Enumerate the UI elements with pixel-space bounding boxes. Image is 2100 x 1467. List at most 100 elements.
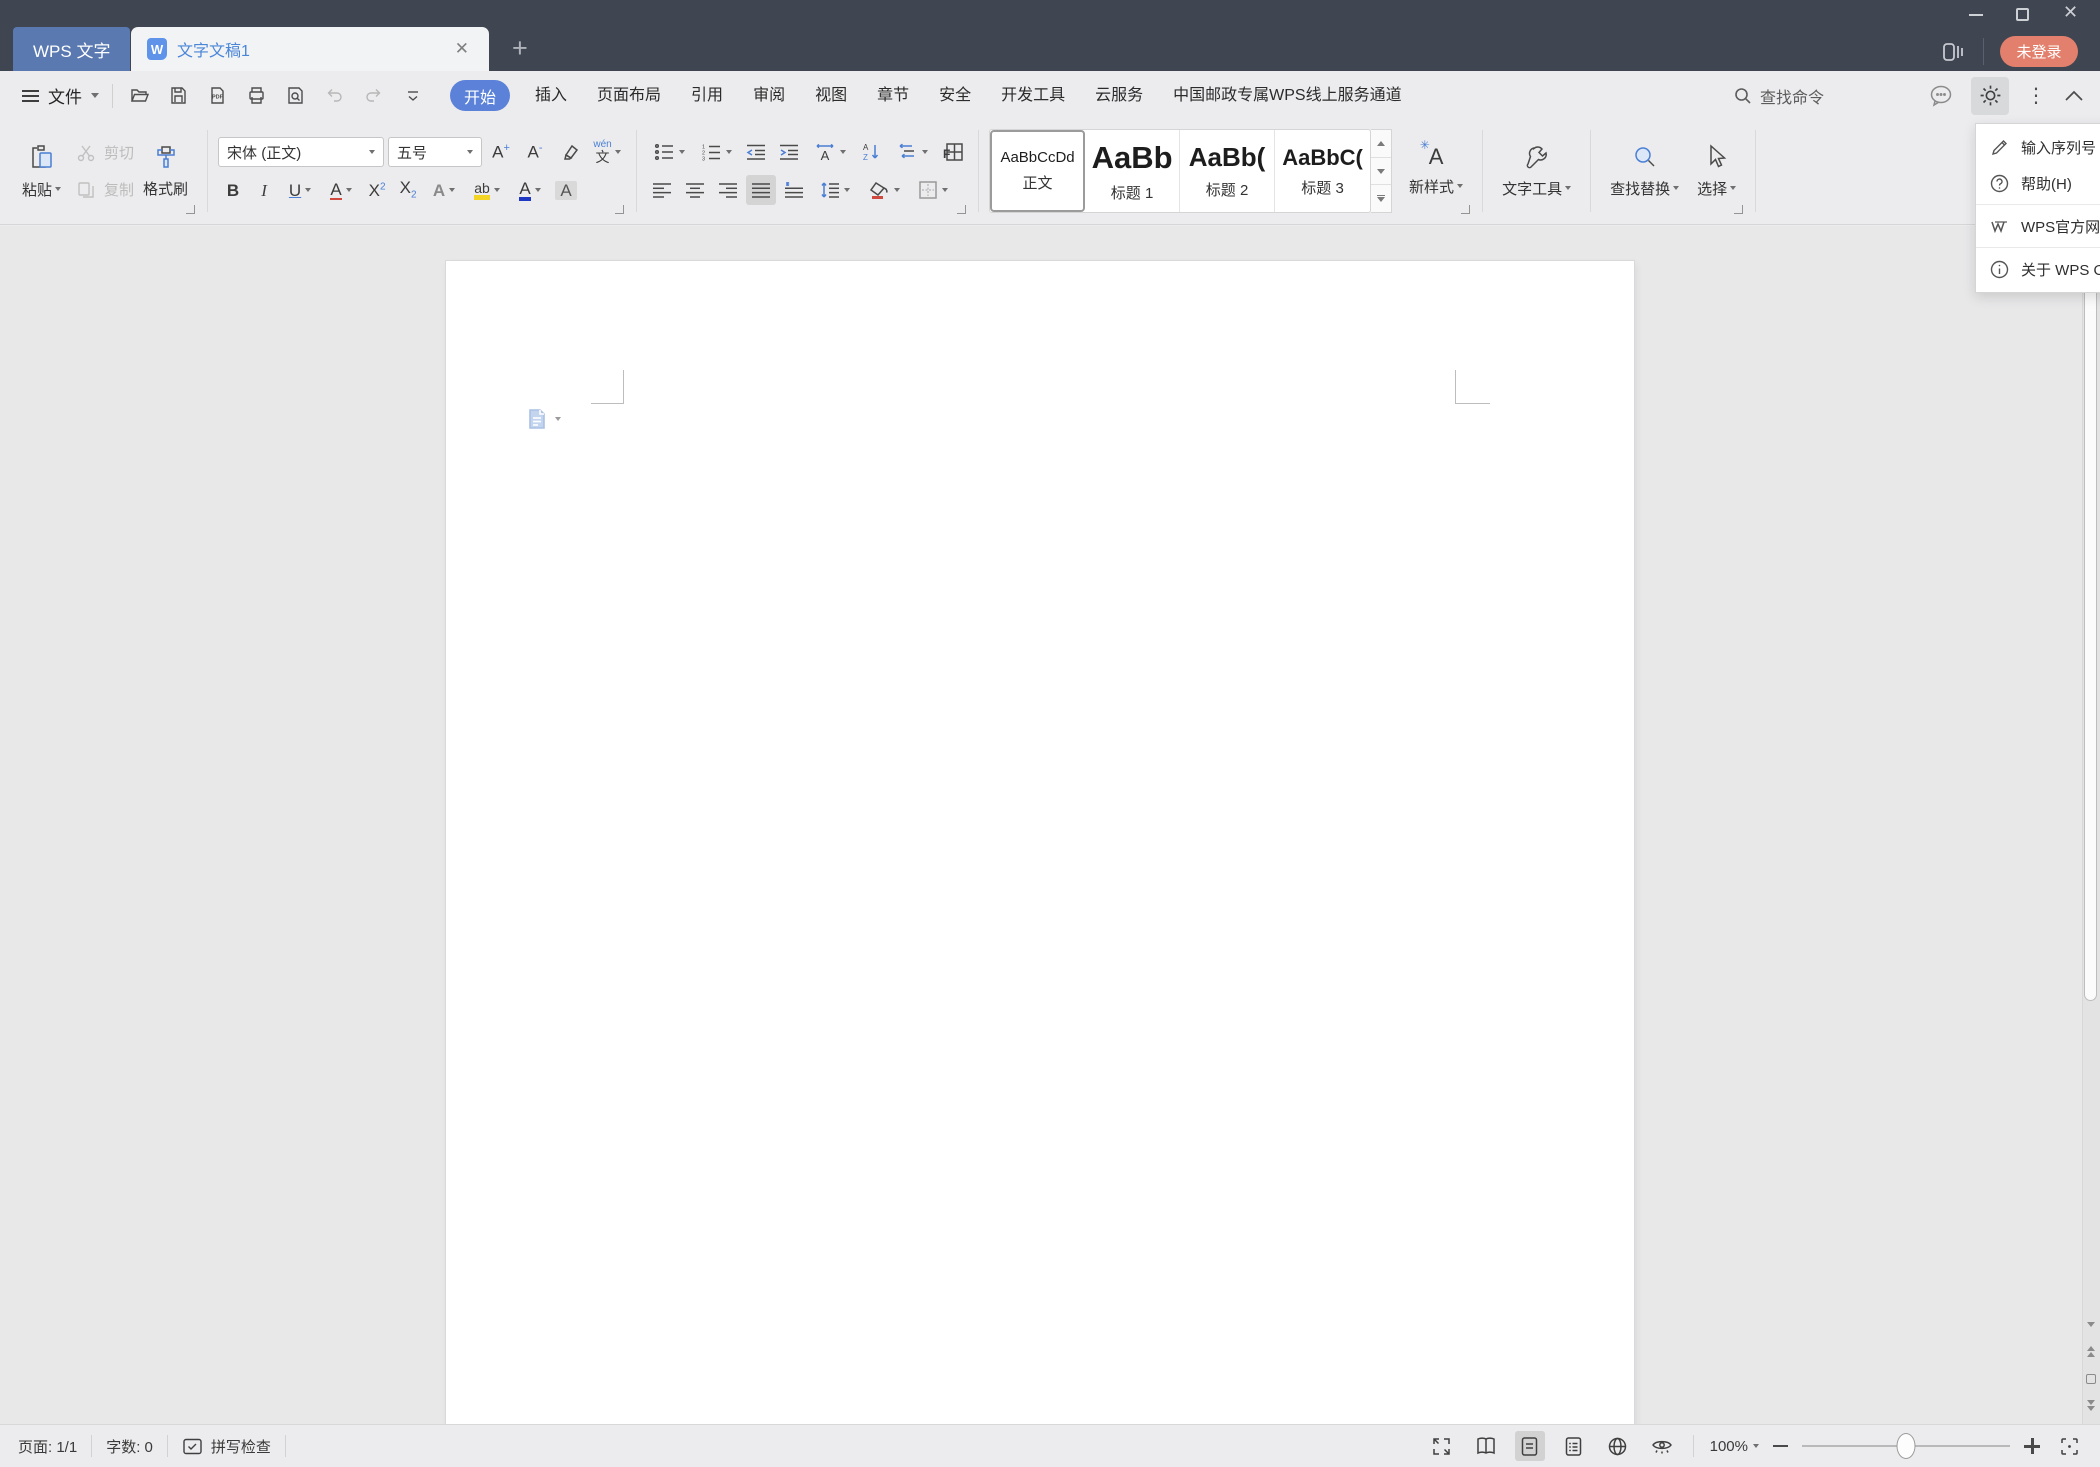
style-gallery-more-button[interactable]: [1371, 185, 1391, 212]
text-tools-button[interactable]: 文字工具: [1493, 144, 1580, 199]
align-left-button[interactable]: [647, 175, 677, 205]
maximize-button[interactable]: [2016, 8, 2029, 21]
sidebar-toggle-icon[interactable]: [1941, 40, 1965, 69]
next-page-button[interactable]: [2083, 1400, 2099, 1411]
italic-button[interactable]: I: [249, 175, 279, 205]
shading-button[interactable]: [861, 175, 907, 205]
align-right-button[interactable]: [713, 175, 743, 205]
paragraph-marks-button[interactable]: [889, 137, 935, 167]
page-view-button[interactable]: [1514, 1431, 1545, 1461]
open-button[interactable]: [126, 82, 153, 109]
new-tab-button[interactable]: +: [512, 33, 528, 63]
tab-view[interactable]: 视图: [800, 80, 862, 111]
zoom-slider-handle[interactable]: [1896, 1433, 1916, 1459]
previous-page-button[interactable]: [2083, 1346, 2099, 1357]
style-heading1[interactable]: AaBb 标题 1: [1085, 130, 1181, 212]
tab-developer[interactable]: 开发工具: [986, 80, 1080, 111]
print-preview-button[interactable]: [282, 82, 309, 109]
collapse-ribbon-icon[interactable]: [2063, 89, 2085, 103]
font-size-select[interactable]: 五号: [388, 137, 483, 167]
new-style-button[interactable]: ✳ A 新样式: [1400, 139, 1472, 197]
tab-home[interactable]: 开始: [450, 80, 511, 111]
tab-china-post-service[interactable]: 中国邮政专属WPS线上服务通道: [1158, 80, 1416, 111]
menu-item-serial-number[interactable]: 输入序列号: [1976, 129, 2100, 165]
app-button[interactable]: WPS 文字: [13, 27, 131, 71]
increase-indent-button[interactable]: [774, 137, 804, 167]
browse-object-button[interactable]: [2083, 1374, 2099, 1384]
tab-page-layout[interactable]: 页面布局: [582, 80, 676, 111]
clear-format-button[interactable]: [554, 137, 584, 167]
format-painter-button[interactable]: 格式刷: [134, 144, 197, 199]
status-word-count[interactable]: 字数: 0: [106, 1436, 153, 1457]
style-heading2[interactable]: AaBb( 标题 2: [1180, 130, 1276, 212]
bold-button[interactable]: B: [218, 175, 248, 205]
find-replace-button[interactable]: 查找替换: [1601, 144, 1688, 199]
paper-grid-button[interactable]: F: [938, 137, 968, 167]
superscript-button[interactable]: X2: [362, 175, 392, 205]
scrollbar-thumb[interactable]: [2084, 263, 2097, 1001]
line-spacing-button[interactable]: [812, 175, 858, 205]
font-color-button[interactable]: A: [510, 175, 550, 205]
highlight-color-button[interactable]: ab: [465, 175, 509, 205]
close-tab-icon[interactable]: ✕: [451, 37, 473, 61]
page[interactable]: [446, 261, 1634, 1424]
text-effects-button[interactable]: A: [424, 175, 464, 205]
select-button[interactable]: 选择: [1688, 143, 1745, 199]
spellcheck-button[interactable]: 拼写检查: [182, 1436, 271, 1457]
align-center-button[interactable]: [680, 175, 710, 205]
customize-toolbar-button[interactable]: [399, 82, 426, 109]
tab-review[interactable]: 审阅: [738, 80, 800, 111]
copy-button[interactable]: 复制: [76, 171, 134, 208]
zoom-in-button[interactable]: [2024, 1438, 2040, 1454]
tab-cloud[interactable]: 云服务: [1080, 80, 1158, 111]
search-command[interactable]: 查找命令: [1733, 84, 1824, 108]
undo-button[interactable]: [321, 82, 348, 109]
cut-button[interactable]: 剪切: [76, 134, 134, 171]
menu-item-official-site[interactable]: WPS官方网站: [1976, 208, 2100, 244]
tab-security[interactable]: 安全: [924, 80, 986, 111]
redo-button[interactable]: [360, 82, 387, 109]
web-view-button[interactable]: [1603, 1431, 1633, 1461]
paste-options-button[interactable]: [527, 408, 561, 430]
strikethrough-button[interactable]: A: [321, 175, 361, 205]
zoom-out-button[interactable]: [1773, 1445, 1788, 1447]
export-pdf-button[interactable]: PDF: [204, 82, 231, 109]
paste-button[interactable]: 粘贴: [13, 143, 70, 200]
file-menu[interactable]: 文件: [22, 83, 99, 108]
bullet-list-button[interactable]: [647, 137, 691, 167]
underline-button[interactable]: U: [280, 175, 320, 205]
character-shading-button[interactable]: A: [551, 175, 581, 205]
scroll-down-button[interactable]: [2083, 1322, 2099, 1327]
fullscreen-button[interactable]: [1427, 1431, 1457, 1461]
character-scale-button[interactable]: A: [807, 137, 853, 167]
numbered-list-button[interactable]: 1 2 3: [694, 137, 738, 167]
zoom-level-select[interactable]: 100%: [1710, 1438, 1759, 1455]
sort-button[interactable]: A Z: [856, 137, 886, 167]
justify-button[interactable]: [746, 175, 777, 205]
tab-insert[interactable]: 插入: [520, 80, 582, 111]
style-normal[interactable]: AaBbCcDd 正文: [990, 130, 1086, 212]
menu-item-help[interactable]: 帮助(H): [1976, 165, 2100, 201]
decrease-font-button[interactable]: A-: [520, 137, 550, 167]
increase-font-button[interactable]: A+: [486, 137, 516, 167]
style-scroll-down-button[interactable]: [1371, 158, 1392, 186]
tab-references[interactable]: 引用: [676, 80, 738, 111]
close-window-button[interactable]: ✕: [2063, 2, 2078, 23]
outline-view-button[interactable]: [1559, 1431, 1589, 1461]
more-menu-button[interactable]: ⋮: [2026, 86, 2046, 106]
feedback-chat-icon[interactable]: [1929, 84, 1954, 107]
pinyin-guide-button[interactable]: wén 文: [588, 137, 626, 167]
minimize-button[interactable]: [1969, 14, 1983, 16]
decrease-indent-button[interactable]: [741, 137, 771, 167]
login-button[interactable]: 未登录: [2000, 36, 2078, 67]
read-layout-button[interactable]: [1471, 1431, 1501, 1461]
eye-protection-button[interactable]: [1647, 1431, 1677, 1461]
subscript-button[interactable]: X2: [393, 175, 423, 205]
zoom-slider[interactable]: [1802, 1433, 2010, 1459]
status-page-info[interactable]: 页面: 1/1: [18, 1436, 77, 1457]
menu-item-about[interactable]: 关于 WPS Office: [1976, 251, 2100, 287]
style-heading3[interactable]: AaBbC( 标题 3: [1275, 130, 1370, 212]
distribute-button[interactable]: [779, 175, 809, 205]
settings-gear-button[interactable]: [1971, 76, 2009, 115]
document-tab[interactable]: W 文字文稿1 ✕: [131, 27, 489, 71]
